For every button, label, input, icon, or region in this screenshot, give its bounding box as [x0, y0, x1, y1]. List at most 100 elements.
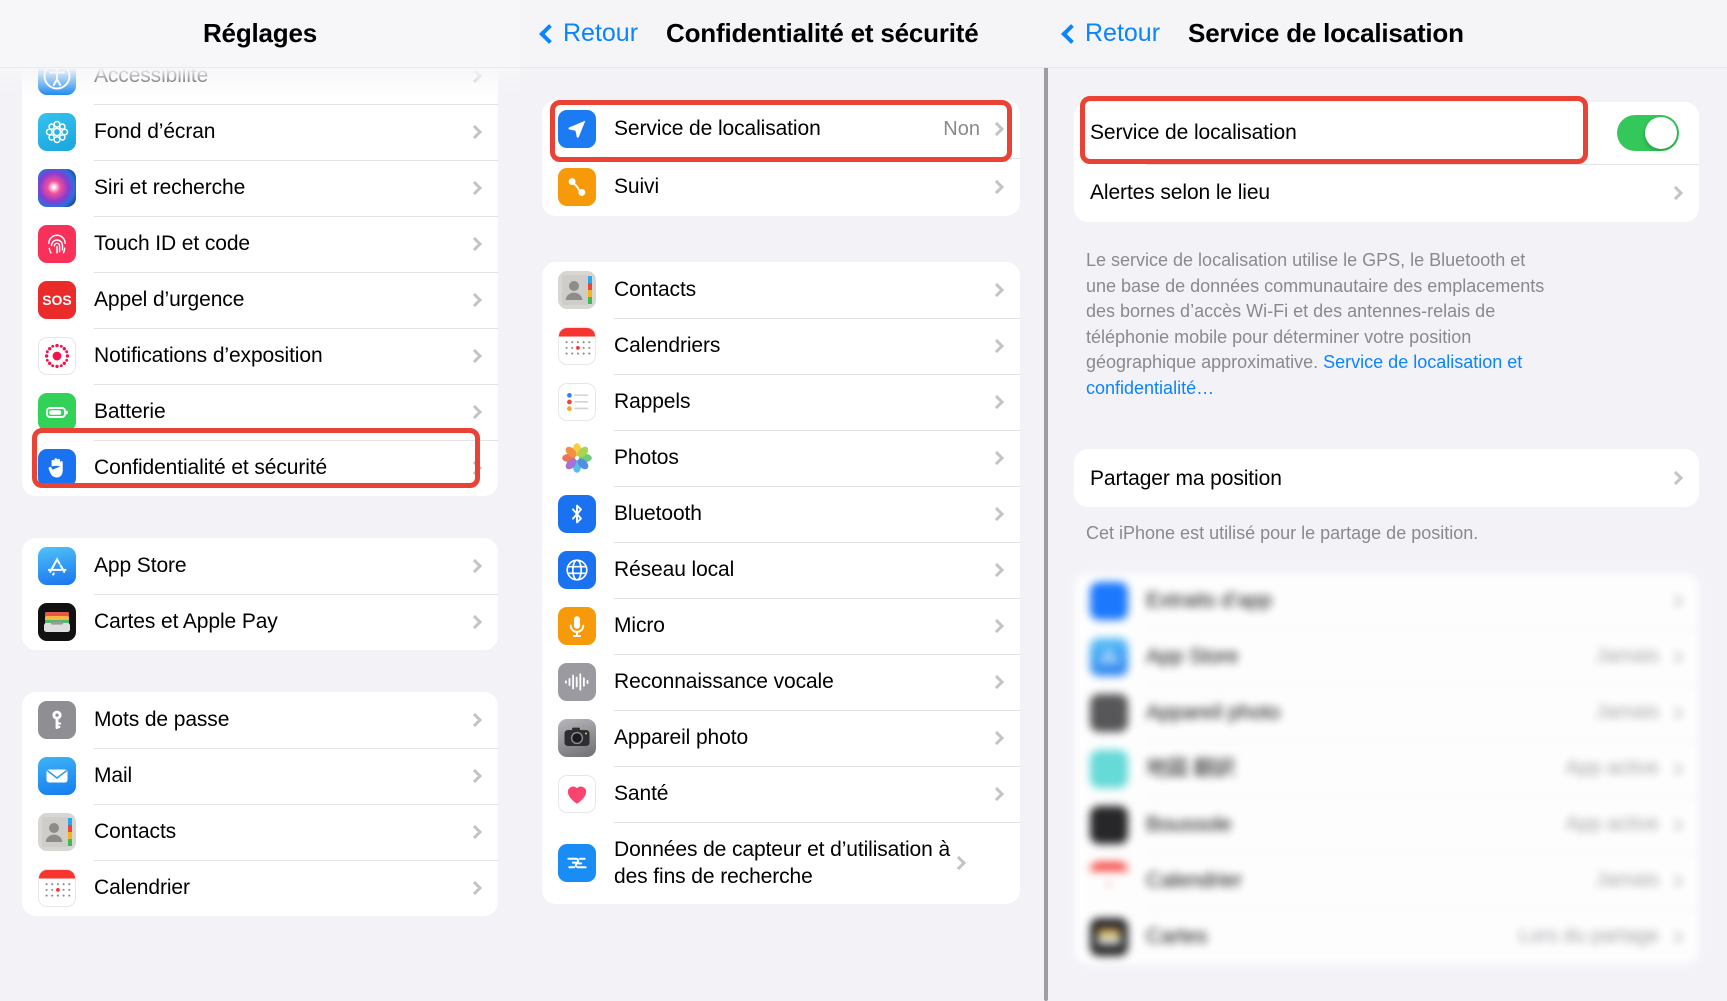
sidebar-item-label: Touch ID et code — [94, 232, 250, 256]
sidebar-item-label: Notifications d’exposition — [94, 344, 323, 368]
list-item-extraits-dapp[interactable]: Extraits d’app — [1074, 573, 1699, 629]
wallet-icon — [1090, 917, 1128, 956]
teal-app-icon — [1090, 749, 1128, 788]
sidebar-item-accessibilite[interactable]: Accessibilité — [22, 68, 498, 104]
list-item-cartes[interactable]: Cartes Lors du partage — [1074, 908, 1699, 965]
list-item-label: Reconnaissance vocale — [614, 670, 834, 694]
list-item-bluetooth[interactable]: Bluetooth — [542, 486, 1020, 542]
sidebar-item-label: Confidentialité et sécurité — [94, 456, 328, 480]
sidebar-item-label: Mots de passe — [94, 708, 230, 732]
panel2-scroll-area[interactable]: Service de localisation Non Suivi Contac… — [520, 68, 1042, 1001]
list-item-service-de-localisation[interactable]: Service de localisation Non — [542, 100, 1020, 158]
microphone-icon — [558, 607, 596, 645]
sidebar-item-batterie[interactable]: Batterie — [22, 384, 498, 440]
location-services-toggle-label: Service de localisation — [1090, 121, 1297, 145]
list-item-teal-app[interactable]: 地図 翻訳 App active — [1074, 740, 1699, 797]
research-sensor-icon — [558, 844, 596, 882]
chevron-left-icon — [539, 23, 559, 44]
location-services-toggle[interactable] — [1617, 115, 1679, 151]
chevron-right-icon — [1668, 929, 1684, 944]
list-item-micro[interactable]: Micro — [542, 598, 1020, 654]
back-button-label: Retour — [563, 19, 639, 47]
list-item-calendrier[interactable]: Calendrier Jamais — [1074, 852, 1699, 909]
siri-icon — [38, 169, 76, 207]
camera-icon — [1090, 693, 1128, 732]
calendar-icon — [1090, 861, 1128, 900]
back-button[interactable]: Retour — [539, 19, 639, 48]
panel1-navbar: Réglages — [0, 0, 520, 68]
list-item-label: Appareil photo — [1146, 701, 1281, 725]
list-item-reconnaissance-vocale[interactable]: Reconnaissance vocale — [542, 654, 1020, 710]
list-item-photos[interactable]: Photos — [542, 430, 1020, 486]
chevron-right-icon — [1668, 649, 1684, 664]
location-services-toggle-row[interactable]: Service de localisation — [1074, 102, 1699, 164]
list-item-label: Service de localisation — [614, 117, 821, 141]
sidebar-item-label: Fond d’écran — [94, 120, 216, 144]
sidebar-item-siri[interactable]: Siri et recherche — [22, 160, 498, 216]
list-item-app-store[interactable]: App Store Jamais — [1074, 628, 1699, 685]
list-item-sante[interactable]: Santé — [542, 766, 1020, 822]
chevron-right-icon — [1668, 873, 1684, 888]
sidebar-item-notifications-exposition[interactable]: Notifications d’exposition — [22, 328, 498, 384]
sidebar-item-appel-urgence[interactable]: SOS Appel d’urgence — [22, 272, 498, 328]
list-item-value: Jamais — [1595, 645, 1659, 668]
chevron-right-icon — [467, 824, 483, 840]
list-item-value: App active — [1565, 757, 1659, 780]
panel3-scroll-area[interactable]: Service de localisation Alertes selon le… — [1042, 68, 1727, 1001]
panel3-navbar: Retour Service de localisation — [1042, 0, 1727, 68]
chevron-right-icon — [989, 786, 1005, 802]
list-item-label: Suivi — [614, 175, 660, 199]
list-item-label: Calendriers — [614, 334, 721, 358]
app-clips-icon — [1090, 581, 1128, 620]
location-arrow-icon — [558, 110, 596, 148]
list-item-value: App active — [1565, 813, 1659, 836]
three-panel-ios-settings-screenshot: Réglages Accessibilité Fond d’écran Siri… — [0, 0, 1727, 1001]
list-item-label: Boussole — [1146, 813, 1232, 837]
sidebar-item-cartes-apple-pay[interactable]: Cartes et Apple Pay — [22, 594, 498, 650]
sidebar-item-mail[interactable]: Mail — [22, 748, 498, 804]
panel-privacy-security: Retour Confidentialité et sécurité Servi… — [520, 0, 1042, 1001]
list-item-label: Bluetooth — [614, 502, 702, 526]
sidebar-item-confidentialite-securite[interactable]: Confidentialité et sécurité — [22, 440, 498, 496]
sidebar-item-touch-id[interactable]: Touch ID et code — [22, 216, 498, 272]
chevron-right-icon — [467, 180, 483, 196]
sidebar-item-calendrier[interactable]: Calendrier — [22, 860, 498, 916]
chevron-right-icon — [467, 880, 483, 896]
contacts-icon — [38, 813, 76, 851]
chevron-right-icon — [467, 460, 483, 476]
chevron-right-icon — [467, 712, 483, 728]
list-item-reseau-local[interactable]: Réseau local — [542, 542, 1020, 598]
list-item-boussole[interactable]: Boussole App active — [1074, 796, 1699, 853]
location-alerts-label: Alertes selon le lieu — [1090, 181, 1270, 205]
sidebar-item-app-store[interactable]: App Store — [22, 538, 498, 594]
sidebar-item-label: Batterie — [94, 400, 166, 424]
list-item-donnees-capteur-recherche[interactable]: Données de capteur et d’utilisation à de… — [542, 822, 1020, 904]
list-item-appareil-photo[interactable]: Appareil photo Jamais — [1074, 684, 1699, 741]
battery-icon — [38, 393, 76, 431]
list-item-contacts[interactable]: Contacts — [542, 262, 1020, 318]
chevron-right-icon — [1668, 185, 1684, 201]
list-item-appareil-photo[interactable]: Appareil photo — [542, 710, 1020, 766]
sidebar-item-mots-de-passe[interactable]: Mots de passe — [22, 692, 498, 748]
sidebar-item-fond-decran[interactable]: Fond d’écran — [22, 104, 498, 160]
panel1-scroll-area[interactable]: Accessibilité Fond d’écran Siri et reche… — [0, 68, 520, 1001]
back-button[interactable]: Retour — [1061, 19, 1160, 48]
sidebar-item-label: Appel d’urgence — [94, 288, 245, 312]
list-item-value: Jamais — [1595, 701, 1659, 724]
location-alerts-row[interactable]: Alertes selon le lieu — [1074, 164, 1699, 222]
sidebar-item-label: Cartes et Apple Pay — [94, 610, 278, 634]
list-item-calendriers[interactable]: Calendriers — [542, 318, 1020, 374]
chevron-right-icon — [1668, 761, 1684, 776]
list-item-label: Rappels — [614, 390, 691, 414]
app-store-icon — [1090, 637, 1128, 676]
speech-recognition-icon — [558, 663, 596, 701]
share-location-row[interactable]: Partager ma position — [1074, 449, 1699, 507]
contacts-icon — [558, 271, 596, 309]
sidebar-item-contacts[interactable]: Contacts — [22, 804, 498, 860]
list-item-rappels[interactable]: Rappels — [542, 374, 1020, 430]
list-item-value: Non — [943, 117, 980, 140]
chevron-right-icon — [989, 562, 1005, 578]
list-item-suivi[interactable]: Suivi — [542, 158, 1020, 216]
panel2-group-1: Service de localisation Non Suivi — [542, 100, 1020, 216]
chevron-right-icon — [467, 68, 483, 84]
